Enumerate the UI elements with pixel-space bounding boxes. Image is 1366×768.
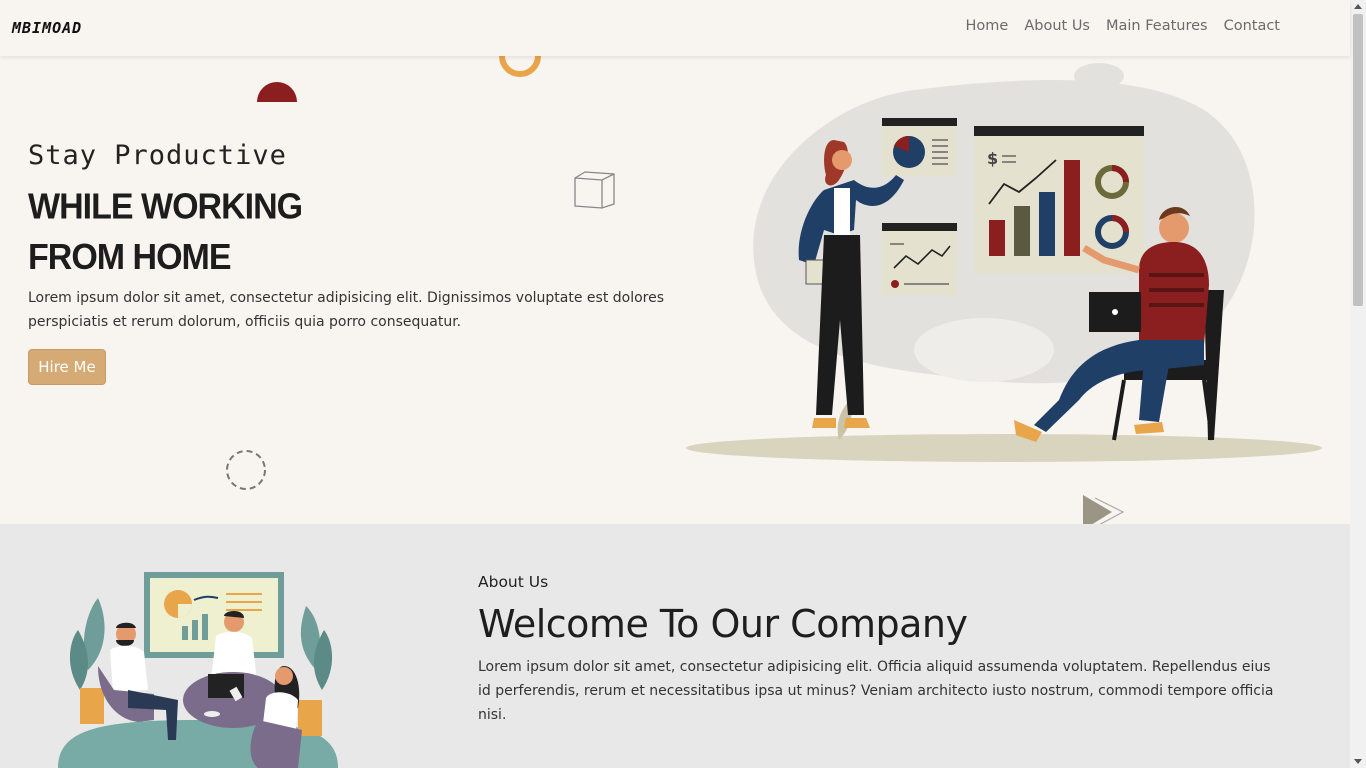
page-scrollbar[interactable] bbox=[1350, 0, 1366, 768]
scroll-down-icon[interactable] bbox=[1354, 759, 1362, 764]
hero-section: Stay Productive WHILE WORKING FROM HOME … bbox=[0, 56, 1350, 530]
semicircle-icon bbox=[257, 82, 297, 102]
about-illustration bbox=[58, 572, 338, 768]
about-title: Welcome To Our Company bbox=[478, 602, 968, 646]
hero-title-line1: WHILE WORKING bbox=[28, 186, 303, 227]
hero-title-line2: FROM HOME bbox=[28, 237, 232, 278]
hero-description: Lorem ipsum dolor sit amet, consectetur … bbox=[28, 290, 665, 330]
about-description: Lorem ipsum dolor sit amet, consectetur … bbox=[478, 659, 1274, 723]
hero-illustration: $ bbox=[686, 63, 1322, 462]
hero-title: WHILE WORKING FROM HOME bbox=[28, 182, 303, 283]
dashed-circle-icon bbox=[226, 450, 266, 490]
about-section: About Us Welcome To Our Company Lorem ip… bbox=[0, 524, 1350, 768]
nav-features-link[interactable]: Main Features bbox=[1106, 18, 1208, 34]
hero-subtitle: Stay Productive bbox=[28, 140, 287, 171]
svg-text:$: $ bbox=[987, 149, 998, 168]
nav-home-link[interactable]: Home bbox=[966, 18, 1009, 34]
nav-contact-link[interactable]: Contact bbox=[1224, 18, 1280, 34]
nav-links: Home About Us Main Features Contact bbox=[966, 18, 1280, 34]
scroll-thumb[interactable] bbox=[1353, 14, 1363, 306]
scroll-up-icon[interactable] bbox=[1354, 4, 1362, 9]
ring-icon bbox=[499, 56, 541, 77]
hire-me-button[interactable]: Hire Me bbox=[28, 349, 106, 385]
nav-about-link[interactable]: About Us bbox=[1024, 18, 1090, 34]
navbar: MBIMOAD Home About Us Main Features Cont… bbox=[0, 0, 1350, 56]
cube-icon bbox=[574, 171, 615, 209]
about-kicker: About Us bbox=[478, 573, 549, 591]
brand-logo[interactable]: MBIMOAD bbox=[12, 19, 82, 37]
